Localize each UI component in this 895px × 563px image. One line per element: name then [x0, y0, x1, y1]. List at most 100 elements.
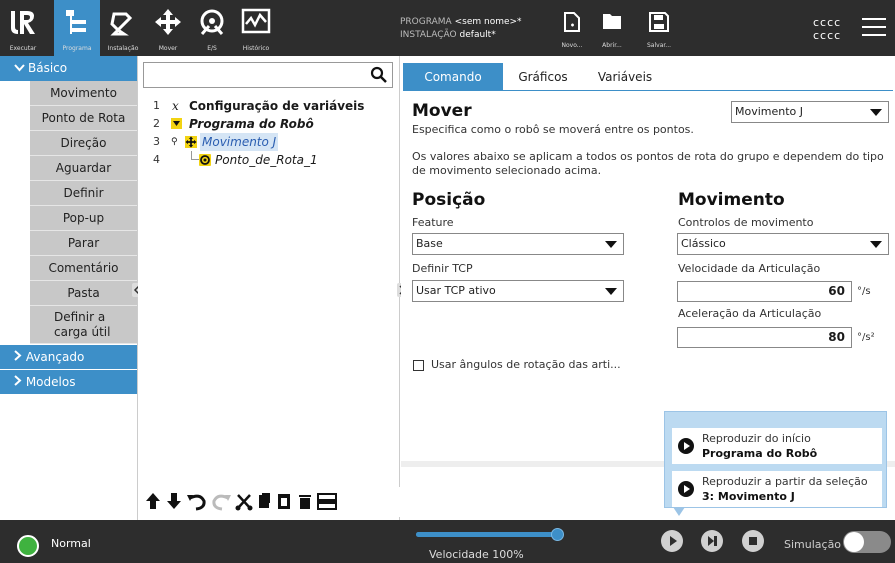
- suppress-icon[interactable]: [317, 493, 337, 510]
- installation-tab-label: Instalação: [107, 45, 139, 52]
- palette-item-comment[interactable]: Comentário: [30, 256, 137, 281]
- open-button[interactable]: Abrir...: [592, 0, 632, 56]
- simulation-toggle[interactable]: [843, 531, 891, 553]
- paste-icon[interactable]: [278, 494, 290, 509]
- undo-icon[interactable]: [187, 494, 206, 511]
- joint-angles-checkbox[interactable]: [413, 360, 424, 371]
- tree-row-label: Configuração de variáveis: [189, 99, 365, 113]
- joint-accel-unit: °/s²: [857, 332, 875, 343]
- tree-row[interactable]: 3 ⚲ Movimento J: [138, 133, 398, 151]
- move-type-dropdown[interactable]: Movimento J: [731, 101, 889, 123]
- cut-icon[interactable]: [235, 494, 253, 511]
- palette-item-waypoint[interactable]: Ponto de Rota: [30, 106, 137, 131]
- joint-speed-input[interactable]: 60: [677, 281, 852, 302]
- templates-group-label: Modelos: [25, 375, 76, 389]
- play-from-start-button[interactable]: Reproduzir do início Programa do Robô: [672, 428, 882, 464]
- run-tab-label: Executar: [9, 45, 37, 52]
- stop-icon: [749, 537, 757, 545]
- palette-item-folder[interactable]: Pasta: [30, 281, 137, 306]
- move-tab-label: Mover: [158, 45, 178, 52]
- run-tab[interactable]: Executar: [0, 0, 46, 56]
- stop-button[interactable]: [742, 530, 764, 552]
- top-bar: Executar Programa Instalação Mover E/S H…: [0, 0, 895, 56]
- move-tab[interactable]: Mover: [145, 0, 191, 56]
- tree-search-input[interactable]: [143, 62, 393, 88]
- tree-row-number: 4: [153, 153, 160, 166]
- installation-tab[interactable]: Instalação: [100, 0, 146, 56]
- tree-row[interactable]: 1 𝑥 Configuração de variáveis: [138, 97, 398, 115]
- tab-graphics[interactable]: Gráficos: [503, 63, 583, 91]
- new-button[interactable]: Novo...: [552, 0, 592, 56]
- joint-angles-label: Usar ângulos de rotação das arti...: [431, 358, 621, 371]
- program-icon: [66, 10, 86, 34]
- palette-item-halt[interactable]: Parar: [30, 231, 137, 256]
- play-from-selection-label: Reproduzir a partir da seleção: [702, 475, 868, 488]
- palette-item-set[interactable]: Definir: [30, 181, 137, 206]
- step-icon: [708, 536, 717, 546]
- program-label: PROGRAMA: [400, 17, 452, 27]
- tree-row-number: 2: [153, 117, 160, 130]
- move-down-icon[interactable]: [167, 493, 181, 509]
- move-icon: [185, 136, 197, 148]
- chevron-down-icon: [14, 56, 28, 81]
- hamburger-menu-icon[interactable]: [862, 18, 886, 38]
- advanced-group-header[interactable]: Avançado: [0, 344, 137, 369]
- robot-status-icon[interactable]: [17, 535, 39, 557]
- templates-group-header[interactable]: Modelos: [0, 369, 137, 394]
- copy-icon[interactable]: [259, 493, 270, 508]
- play-from-selection-target: 3: Movimento J: [702, 490, 795, 503]
- io-tab[interactable]: E/S: [189, 0, 235, 56]
- tree-toolbar: [142, 487, 400, 517]
- redo-icon[interactable]: [212, 494, 231, 511]
- speed-slider[interactable]: [416, 532, 560, 537]
- program-tree-panel: 1 𝑥 Configuração de variáveis 2 Programa…: [138, 56, 400, 520]
- dropdown-arrow-icon: [605, 288, 617, 295]
- step-button[interactable]: [701, 530, 723, 552]
- search-icon[interactable]: [370, 66, 388, 87]
- robot-name: cccc cccc: [813, 16, 841, 42]
- play-icon: [670, 536, 677, 546]
- save-button[interactable]: Salvar...: [639, 0, 679, 56]
- palette-item-popup[interactable]: Pop-up: [30, 206, 137, 231]
- position-heading: Posição: [412, 190, 486, 210]
- tab-command[interactable]: Comando: [403, 63, 503, 91]
- log-tab[interactable]: Histórico: [233, 0, 279, 56]
- motion-heading: Movimento: [678, 190, 785, 210]
- speed-text: Velocidade 100%: [429, 548, 524, 561]
- collapse-triangle-icon[interactable]: [171, 118, 182, 129]
- move-icon: [155, 9, 181, 35]
- program-info: PROGRAMA <sem nome>* INSTALAÇÃO default*: [400, 16, 522, 42]
- palette-item-wait[interactable]: Aguardar: [30, 156, 137, 181]
- feature-dropdown[interactable]: Base: [412, 233, 624, 255]
- basic-group-header[interactable]: Básico: [0, 56, 137, 81]
- move-up-icon[interactable]: [146, 493, 160, 509]
- tcp-dropdown[interactable]: Usar TCP ativo: [412, 280, 624, 302]
- motion-controls-label: Controlos de movimento: [678, 216, 814, 229]
- program-tab[interactable]: Programa: [54, 0, 100, 56]
- speed-slider-handle[interactable]: [551, 528, 564, 541]
- chevron-right-icon: [14, 375, 26, 389]
- tree-row[interactable]: 4 Ponto_de_Rota_1: [138, 151, 398, 169]
- installation-icon: [110, 12, 133, 36]
- advanced-group-label: Avançado: [25, 350, 85, 364]
- save-icon: [649, 12, 669, 32]
- tab-variables[interactable]: Variáveis: [585, 63, 665, 91]
- tree-row[interactable]: 2 Programa do Robô: [138, 115, 398, 133]
- joint-accel-input[interactable]: 80: [677, 327, 852, 348]
- palette-item-move[interactable]: Movimento: [30, 81, 137, 106]
- log-icon: [241, 8, 271, 34]
- motion-controls-dropdown[interactable]: Clássico: [677, 233, 889, 255]
- play-from-selection-button[interactable]: Reproduzir a partir da seleção 3: Movime…: [672, 471, 882, 507]
- open-button-label: Abrir...: [602, 42, 622, 49]
- play-button[interactable]: [661, 530, 683, 552]
- delete-icon[interactable]: [299, 495, 311, 509]
- tree-row-label: Movimento J: [200, 133, 279, 151]
- palette-item-set-payload[interactable]: Definir a carga útil: [30, 306, 137, 344]
- palette-item-direction[interactable]: Direção: [30, 131, 137, 156]
- joint-speed-unit: °/s: [857, 286, 871, 297]
- tree-connector: [191, 151, 199, 160]
- dropdown-arrow-icon: [605, 241, 617, 248]
- new-button-label: Novo...: [561, 42, 583, 49]
- dropdown-arrow-icon: [870, 241, 882, 248]
- play-menu-popup: Reproduzir do início Programa do Robô Re…: [664, 411, 887, 508]
